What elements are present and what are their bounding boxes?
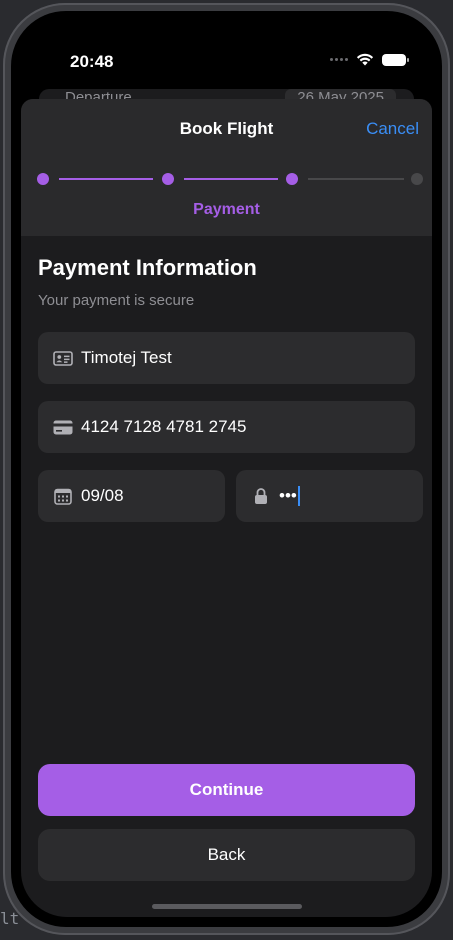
step-line-3 [308, 178, 404, 180]
credit-card-icon [53, 417, 73, 437]
screen: 20:48 Departure 26 May 2025 Book Flight [21, 21, 432, 917]
cvv-field[interactable]: ••• [236, 470, 423, 522]
status-icons [330, 53, 409, 66]
expiry-date-value: 09/08 [81, 486, 124, 505]
continue-button[interactable]: Continue [38, 764, 415, 816]
back-button[interactable]: Back [38, 829, 415, 881]
step-dot-1 [37, 173, 49, 185]
status-time: 20:48 [70, 52, 114, 71]
sheet-header: Book Flight Cancel Payment [21, 99, 432, 236]
step-line-1 [59, 178, 153, 180]
card-number-field[interactable]: 4124 7128 4781 2745 [38, 401, 415, 453]
id-card-icon [53, 348, 73, 368]
step-line-2 [184, 178, 278, 180]
section-subtitle: Your payment is secure [38, 292, 195, 309]
wifi-icon [356, 53, 374, 66]
phone-frame: 20:48 Departure 26 May 2025 Book Flight [3, 3, 450, 935]
cvv-value: ••• [279, 486, 300, 507]
phone-bezel: 20:48 Departure 26 May 2025 Book Flight [11, 11, 442, 927]
lock-icon [251, 486, 271, 506]
booking-sheet: Book Flight Cancel Payment Payment Infor… [21, 99, 432, 917]
home-indicator[interactable] [151, 904, 302, 909]
section-title: Payment Information [38, 255, 257, 280]
cardholder-name-value: Timotej Test [81, 348, 172, 367]
progress-stepper [37, 172, 424, 186]
current-step-label: Payment [193, 201, 260, 218]
step-dot-3 [286, 173, 298, 185]
text-cursor [297, 486, 300, 507]
cardholder-name-field[interactable]: Timotej Test [38, 332, 415, 384]
expiry-date-field[interactable]: 09/08 [38, 470, 225, 522]
cancel-button[interactable]: Cancel [366, 119, 419, 139]
step-dot-4 [411, 173, 423, 185]
calendar-icon [53, 486, 73, 506]
cellular-signal-icon [330, 58, 348, 61]
step-dot-2 [162, 173, 174, 185]
cvv-masked-text: ••• [279, 485, 297, 505]
card-number-value: 4124 7128 4781 2745 [81, 417, 247, 436]
battery-icon [382, 53, 409, 66]
